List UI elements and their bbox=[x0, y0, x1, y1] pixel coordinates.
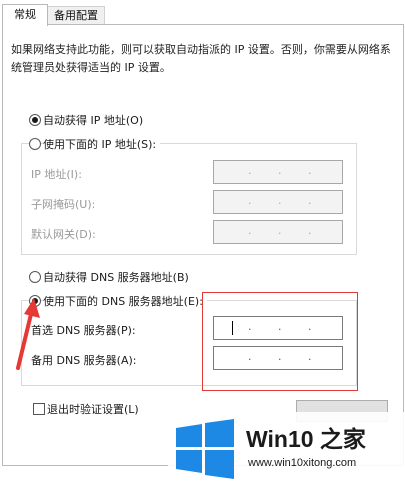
auto-dns-label: 自动获得 DNS 服务器地址(B) bbox=[43, 271, 189, 284]
preferred-dns-label: 首选 DNS 服务器(P): bbox=[31, 324, 136, 337]
tab-general[interactable]: 常规 bbox=[2, 4, 48, 26]
ip-address-field[interactable]: ... bbox=[213, 160, 343, 184]
auto-ip-radio[interactable] bbox=[29, 114, 41, 126]
auto-dns-radio[interactable] bbox=[29, 271, 41, 283]
ip-address-label: IP 地址(I): bbox=[31, 168, 82, 181]
validate-on-exit-label: 退出时验证设置(L) bbox=[47, 403, 139, 416]
highlight-box bbox=[202, 292, 358, 391]
red-arrow-icon bbox=[16, 298, 40, 370]
manual-dns-label: 使用下面的 DNS 服务器地址(E): bbox=[43, 293, 207, 309]
brand-url: www.win10xitong.com bbox=[248, 457, 357, 469]
windows-logo-icon bbox=[176, 419, 234, 479]
alternate-dns-label: 备用 DNS 服务器(A): bbox=[31, 354, 137, 367]
validate-on-exit-checkbox[interactable] bbox=[33, 403, 45, 415]
tab-alternate-config[interactable]: 备用配置 bbox=[47, 6, 105, 25]
watermark: Win10 之家 www.win10xitong.com bbox=[168, 412, 405, 488]
description-text: 如果网络支持此功能，则可以获取自动指派的 IP 设置。否则，你需要从网络系统管理… bbox=[11, 43, 391, 74]
default-gateway-field[interactable]: ... bbox=[213, 220, 343, 244]
auto-ip-label: 自动获得 IP 地址(O) bbox=[43, 114, 144, 127]
default-gateway-label: 默认网关(D): bbox=[31, 228, 96, 241]
subnet-mask-field[interactable]: ... bbox=[213, 190, 343, 214]
manual-ip-label: 使用下面的 IP 地址(S): bbox=[43, 136, 161, 152]
brand-title: Win10 之家 bbox=[246, 426, 366, 452]
manual-ip-radio[interactable] bbox=[29, 138, 41, 150]
subnet-mask-label: 子网掩码(U): bbox=[31, 198, 96, 211]
